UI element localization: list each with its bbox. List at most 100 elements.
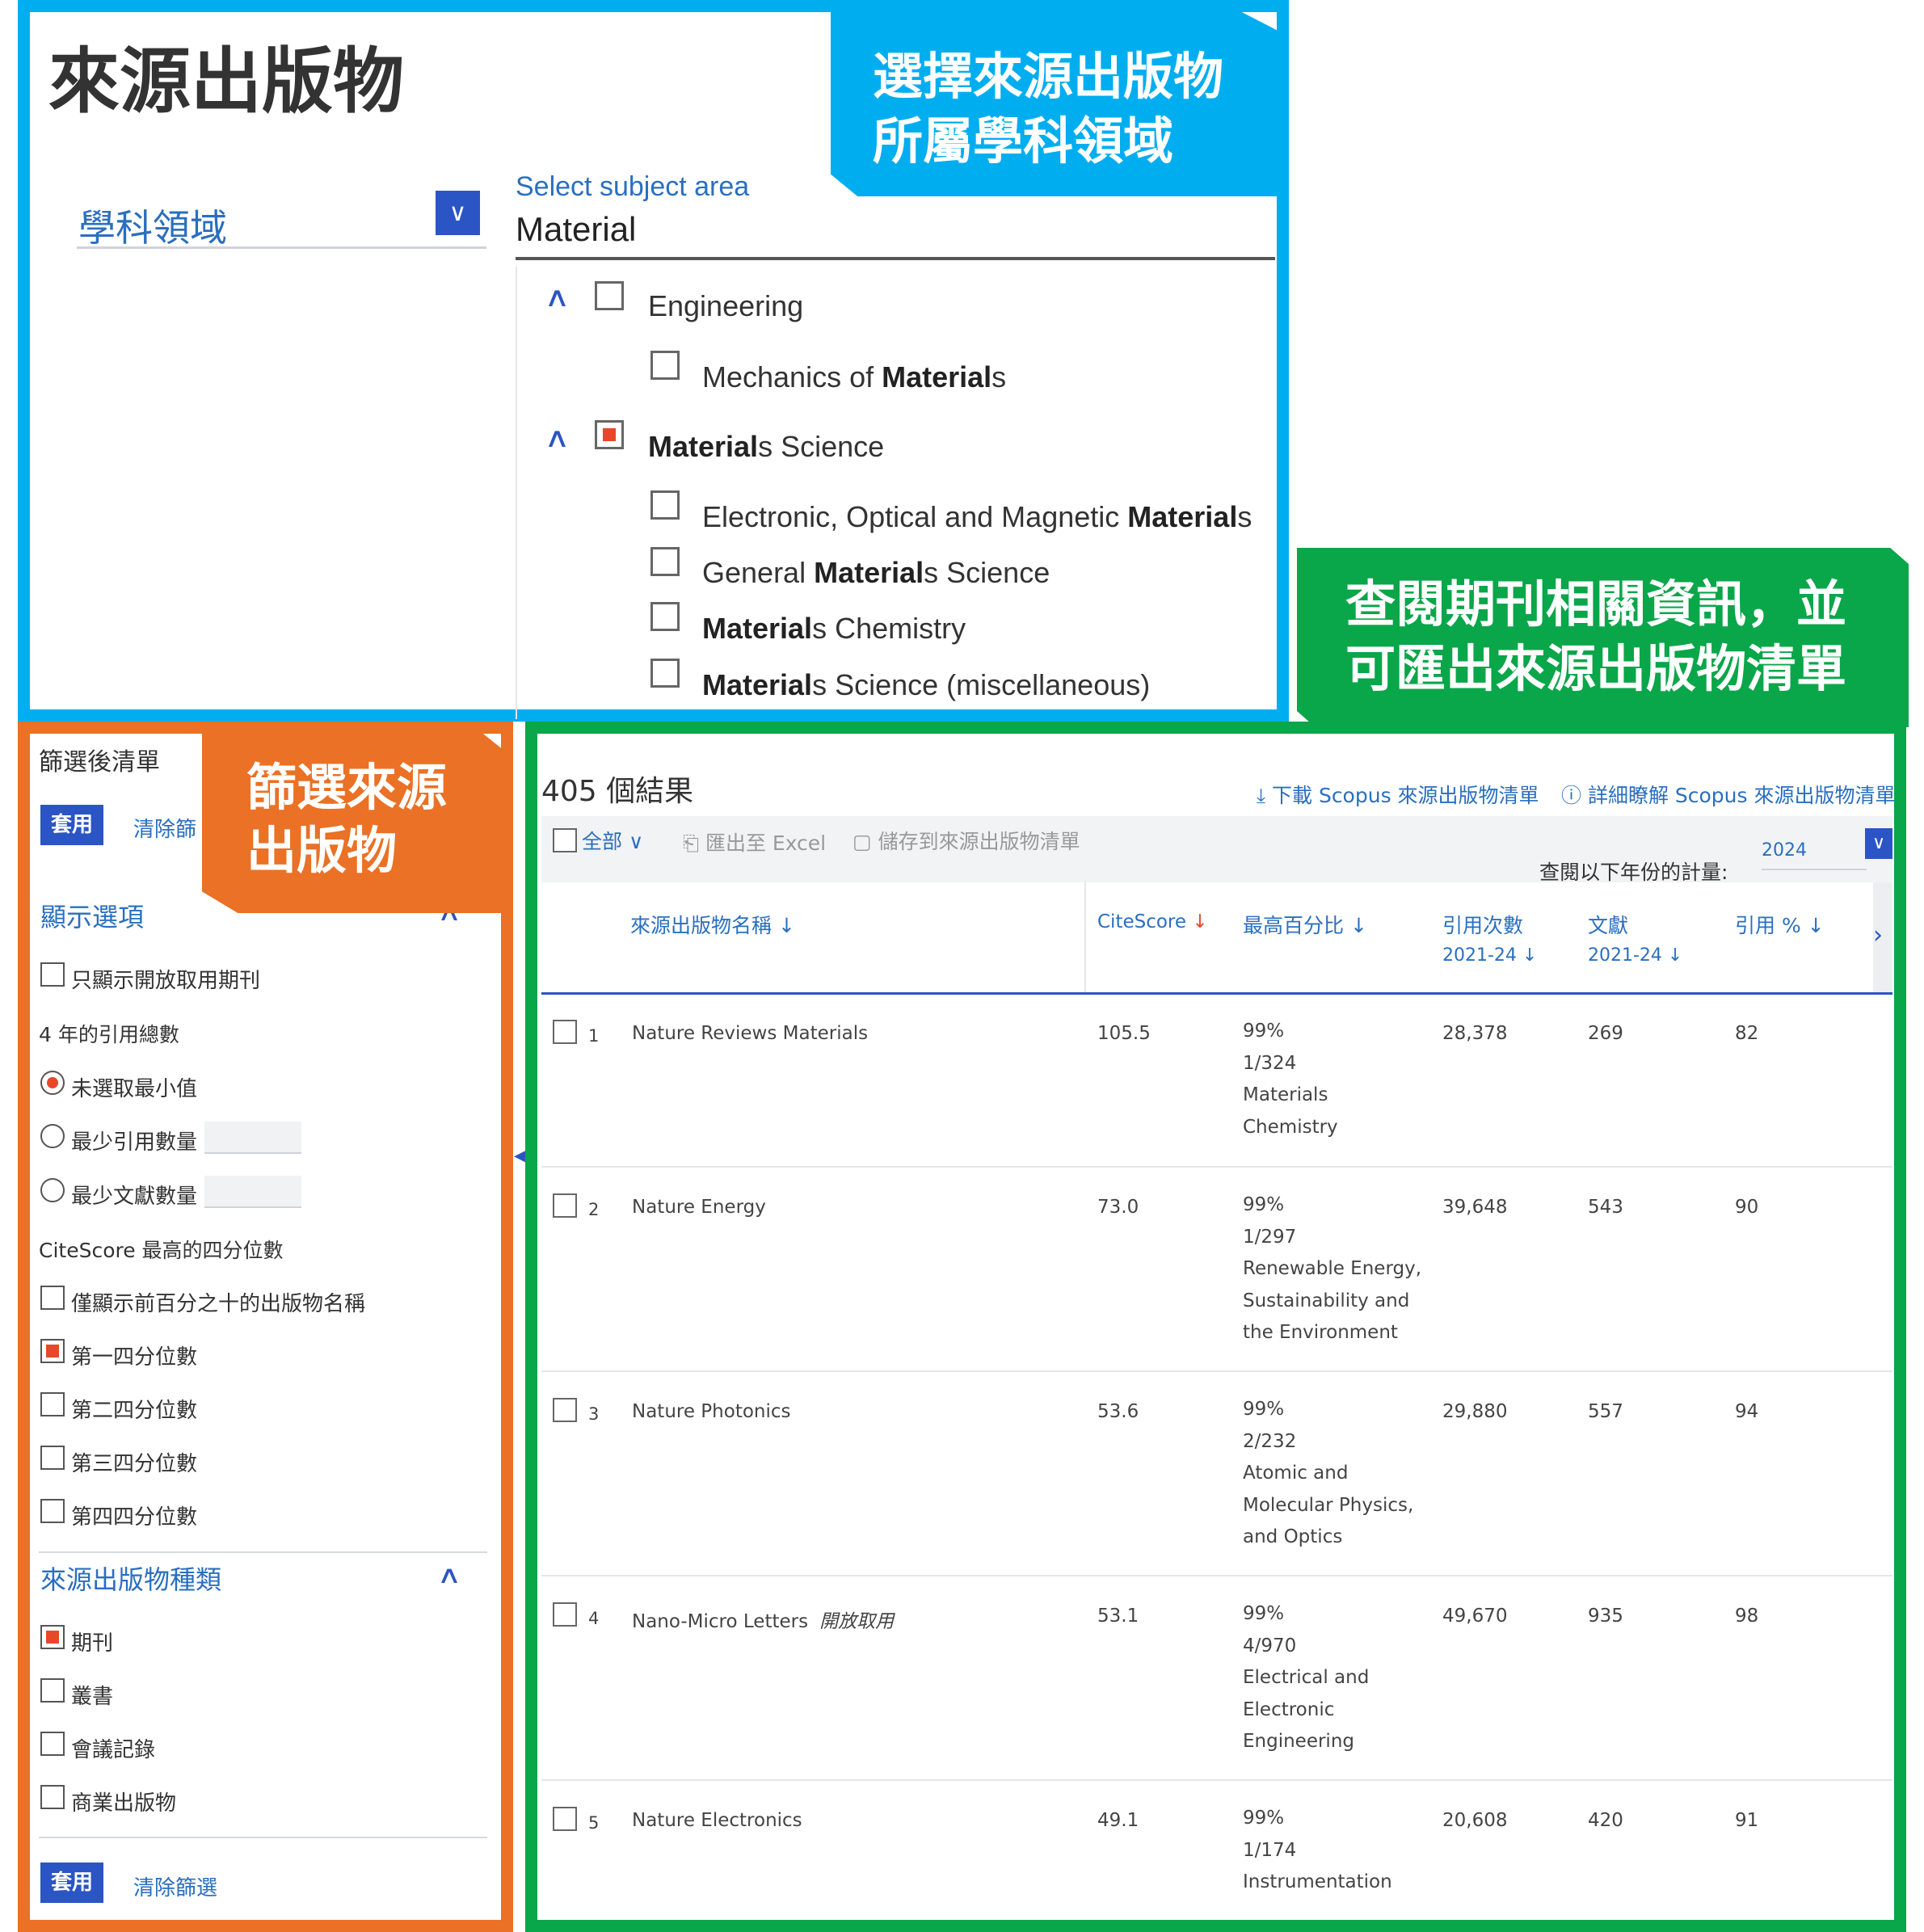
select-all-dropdown[interactable]: 全部 ∨ xyxy=(582,826,643,855)
clear-filter-link-top[interactable]: 清除篩 xyxy=(133,813,196,843)
save-icon: ▢ xyxy=(853,830,878,853)
subject-area-dropdown[interactable]: 學科領域 ∨ xyxy=(77,187,486,250)
checkbox-open-access[interactable] xyxy=(40,962,65,987)
callout-select-subject: 選擇來源出版物 所屬學科領域 xyxy=(831,12,1278,196)
export-icon: ⎗ xyxy=(683,831,705,855)
apply-button-top[interactable]: 套用 xyxy=(40,805,103,845)
checkbox-engineering[interactable] xyxy=(595,281,624,310)
divider xyxy=(39,1551,487,1553)
checkbox-book-series[interactable] xyxy=(40,1678,65,1703)
row-checkbox[interactable] xyxy=(553,1807,577,1831)
documents-value: 543 xyxy=(1588,1197,1623,1218)
apply-button-bottom[interactable]: 套用 xyxy=(40,1863,103,1903)
q1-label: 第一四分位數 xyxy=(71,1345,198,1370)
source-type-heading[interactable]: 來源出版物種類 xyxy=(40,1559,221,1597)
select-all-checkbox[interactable] xyxy=(553,828,577,852)
cited-percent-value: 82 xyxy=(1735,1023,1759,1044)
citation-total-label: 4 年的引用總數 xyxy=(39,1023,179,1046)
table-row[interactable]: 3 Nature Photonics 53.6 99% 2/232 Atomic … xyxy=(541,1372,1892,1576)
citations-value: 39,648 xyxy=(1442,1197,1508,1218)
row-number: 5 xyxy=(588,1813,600,1833)
checkbox-trade[interactable] xyxy=(40,1785,65,1809)
source-name-link[interactable]: Nature Reviews Materials xyxy=(632,1023,868,1044)
col-header-citations[interactable]: 引用次數 xyxy=(1442,910,1523,939)
save-to-list-button[interactable]: ▢ 儲存到來源出版物清單 xyxy=(853,826,1080,855)
min-documents-label: 最少文獻數量 xyxy=(71,1185,198,1209)
radio-no-minimum[interactable] xyxy=(40,1071,65,1095)
callout-filter-line1: 篩選來源 xyxy=(246,758,448,817)
tree-divider xyxy=(516,267,517,719)
citations-value: 28,378 xyxy=(1442,1023,1508,1044)
table-row[interactable]: 1 Nature Reviews Materials 105.5 99% 1/32… xyxy=(541,994,1892,1168)
col-header-documents-years[interactable]: 2021-24 ↓ xyxy=(1588,945,1682,966)
radio-min-documents[interactable] xyxy=(40,1178,65,1202)
no-minimum-label: 未選取最小值 xyxy=(71,1077,198,1101)
checkbox-general-materials-science[interactable] xyxy=(650,547,680,576)
checkbox-materials-science[interactable] xyxy=(595,420,624,449)
subject-search-input[interactable]: Material xyxy=(516,210,1275,260)
checkbox-electronic-materials[interactable] xyxy=(650,490,680,520)
col-header-cited-percent[interactable]: 引用 % ↓ xyxy=(1735,910,1825,939)
chevron-down-icon[interactable]: ∨ xyxy=(436,191,480,235)
clear-filter-link-bottom[interactable]: 清除篩選 xyxy=(133,1871,217,1901)
citations-value: 49,670 xyxy=(1442,1606,1508,1627)
display-options-heading[interactable]: 顯示選項 xyxy=(40,897,144,934)
checkbox-q3[interactable] xyxy=(40,1446,65,1470)
chevron-right-icon[interactable]: › xyxy=(1873,921,1883,949)
checkbox-q2[interactable] xyxy=(40,1392,65,1416)
source-name-link[interactable]: Nano-Micro Letters 開放取用 xyxy=(632,1606,894,1633)
citations-value: 20,608 xyxy=(1442,1810,1508,1831)
row-checkbox[interactable] xyxy=(553,1602,577,1627)
min-citations-input[interactable] xyxy=(204,1122,301,1154)
min-documents-input[interactable] xyxy=(204,1176,301,1208)
col-header-source-name[interactable]: 來源出版物名稱 ↓ xyxy=(630,910,795,939)
col-header-documents[interactable]: 文獻 xyxy=(1588,910,1628,939)
select-subject-caption: Select subject area xyxy=(516,171,750,202)
row-checkbox[interactable] xyxy=(553,1398,577,1422)
checkbox-mechanics-of-materials[interactable] xyxy=(650,351,680,380)
table-row[interactable]: 4 Nano-Micro Letters 開放取用 53.1 99% 4/970 E… xyxy=(541,1576,1892,1781)
open-access-badge: 開放取用 xyxy=(819,1611,895,1632)
min-citations-label: 最少引用數量 xyxy=(71,1130,198,1155)
checkbox-q4[interactable] xyxy=(40,1499,65,1523)
callout-subject-line2: 所屬學科領域 xyxy=(873,112,1174,170)
chevron-down-icon[interactable]: ∨ xyxy=(1865,828,1892,859)
year-select-underline xyxy=(1762,869,1867,870)
filter-title: 篩選後清單 xyxy=(39,748,160,777)
percentile-cell: 99% 1/297 Renewable Energy, Sustainability… xyxy=(1243,1194,1422,1343)
export-excel-button[interactable]: ⎗ 匯出至 Excel xyxy=(683,827,826,857)
checkbox-materials-science-misc[interactable] xyxy=(650,659,680,688)
chevron-up-icon[interactable]: ∧ xyxy=(544,422,570,454)
source-name-link[interactable]: Nature Photonics xyxy=(632,1401,791,1422)
download-list-link[interactable]: ⤓ 下載 Scopus 來源出版物清單 xyxy=(1257,780,1539,809)
row-checkbox[interactable] xyxy=(553,1020,577,1044)
radio-min-citations[interactable] xyxy=(40,1124,65,1148)
year-select-value[interactable]: 2024 xyxy=(1762,840,1807,861)
table-row[interactable]: 2 Nature Energy 73.0 99% 1/297 Renewable … xyxy=(541,1168,1892,1372)
journal-label: 期刊 xyxy=(71,1631,114,1656)
tree-item-engineering: Engineering xyxy=(648,289,804,322)
q2-label: 第二四分位數 xyxy=(71,1399,198,1423)
tree-item-materials-science: Materials Science xyxy=(648,430,885,463)
source-name-link[interactable]: Nature Electronics xyxy=(632,1810,802,1831)
checkbox-top10[interactable] xyxy=(40,1286,65,1310)
chevron-up-icon[interactable]: ∧ xyxy=(544,281,570,314)
citescore-value: 105.5 xyxy=(1097,1023,1151,1044)
checkbox-materials-chemistry[interactable] xyxy=(650,602,680,631)
learn-more-link[interactable]: ⓘ 詳細瞭解 Scopus 來源出版物清單 xyxy=(1561,780,1896,809)
table-row[interactable]: 5 Nature Electronics 49.1 99% 1/174 Instr… xyxy=(541,1781,1892,1918)
download-icon: ⤓ xyxy=(1257,784,1272,807)
checkbox-conference[interactable] xyxy=(40,1732,65,1756)
col-header-citations-years[interactable]: 2021-24 ↓ xyxy=(1442,945,1537,966)
cited-percent-value: 94 xyxy=(1735,1401,1759,1422)
source-name-link[interactable]: Nature Energy xyxy=(632,1197,766,1218)
book-series-label: 叢書 xyxy=(71,1685,114,1709)
col-header-citescore[interactable]: CiteScore ↓ xyxy=(1097,911,1208,932)
chevron-up-icon[interactable]: ∧ xyxy=(437,1561,462,1589)
col-header-percentile[interactable]: 最高百分比 ↓ xyxy=(1243,910,1367,939)
row-checkbox[interactable] xyxy=(553,1193,577,1218)
checkbox-journal[interactable] xyxy=(40,1625,65,1649)
percentile-cell: 99% 4/970 Electrical and Electronic Enginee… xyxy=(1243,1603,1370,1752)
checkbox-q1[interactable] xyxy=(40,1339,65,1363)
q4-label: 第四四分位數 xyxy=(71,1505,198,1530)
